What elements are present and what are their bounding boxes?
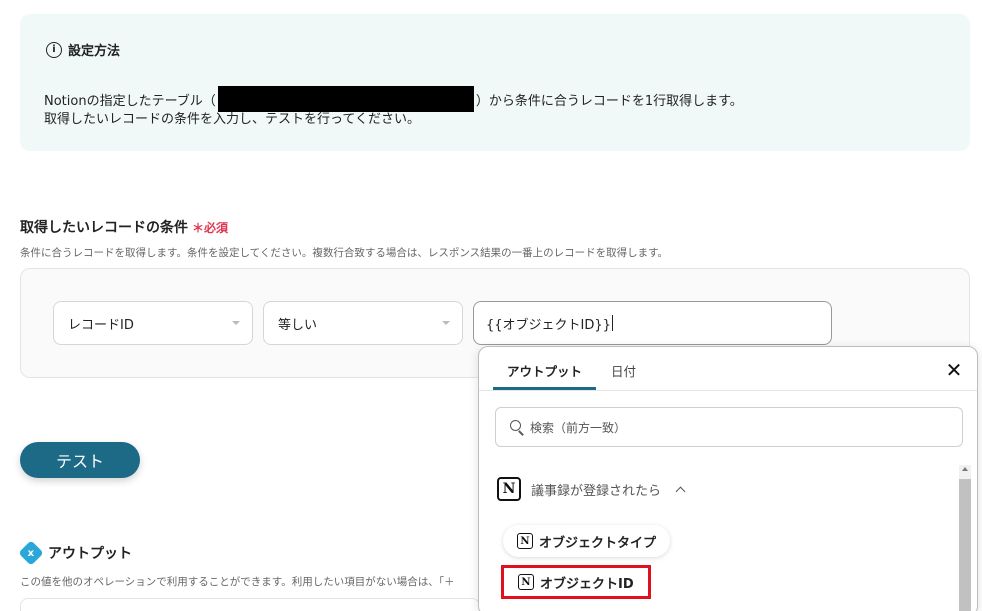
chevron-down-icon (232, 321, 240, 325)
setup-line1-post: ）から条件に合うレコードを1行取得します。 (475, 93, 743, 109)
output-title: x アウトプット (18, 540, 132, 566)
operator-select-value: 等しい (278, 317, 318, 333)
setup-line1-pre: Notionの指定したテーブル（ (44, 93, 216, 109)
output-help: この値を他のオペレーションで利用することができます。利用したい項目がない場合は、… (20, 576, 455, 588)
tab-date[interactable]: 日付 (611, 361, 636, 380)
output-icon-letter: x (27, 547, 35, 559)
search-input[interactable]: 検索（前方一致） (495, 407, 963, 447)
info-icon: i (46, 41, 62, 58)
scrollbar-thumb[interactable] (959, 479, 971, 611)
condition-label-text: 取得したいレコードの条件 (20, 220, 188, 236)
group-label: 議事録が登録されたら (531, 483, 662, 499)
output-item-object-type[interactable]: N オブジェクトタイプ (503, 525, 671, 557)
output-title-text: アウトプット (48, 546, 132, 562)
condition-label: 取得したいレコードの条件 ＊必須 (20, 217, 228, 237)
test-button[interactable]: テスト (20, 442, 140, 478)
condition-value-input[interactable]: {{オブジェクトID}} (473, 301, 832, 345)
condition-value-text: {{オブジェクトID}} (486, 317, 611, 333)
text-cursor (611, 315, 613, 331)
setup-title-text: 設定方法 (68, 44, 121, 59)
output-item-label: オブジェクトタイプ (539, 535, 657, 551)
field-select-value: レコードID (68, 317, 134, 333)
setup-description-line2: 取得したいレコードの条件を入力し、テストを行ってください。 (44, 112, 420, 127)
output-item-label: オブジェクトID (540, 576, 634, 592)
trigger-group-header[interactable]: N 議事録が登録されたら (497, 477, 686, 501)
notion-icon: N (497, 477, 521, 501)
setup-title: i 設定方法 (46, 40, 120, 59)
close-icon[interactable]: ✕ (945, 360, 963, 380)
output-box (20, 598, 480, 611)
chevron-down-icon (442, 321, 450, 325)
tab-output[interactable]: アウトプット (507, 361, 582, 380)
output-icon: x (18, 540, 44, 566)
search-placeholder: 検索（前方一致） (530, 420, 627, 435)
setup-info-box: i 設定方法 Notionの指定したテーブル（ ）から条件に合うレコードを1行取… (20, 14, 970, 151)
output-item-object-id[interactable]: N オブジェクトID (501, 565, 651, 599)
condition-help: 条件に合うレコードを取得します。条件を設定してください。複数行合致する場合は、レ… (20, 247, 669, 259)
notion-icon: N (518, 574, 534, 590)
operator-select[interactable]: 等しい (263, 301, 463, 345)
field-select[interactable]: レコードID (53, 301, 253, 345)
search-icon (510, 420, 524, 434)
chevron-up-icon (675, 486, 686, 496)
active-tab-indicator (493, 387, 596, 390)
notion-icon: N (517, 533, 533, 549)
output-picker-popup: アウトプット 日付 ✕ 検索（前方一致） N 議事録が登録されたら N オブジェ… (478, 346, 978, 611)
required-badge: ＊必須 (192, 221, 229, 235)
popup-tabs: アウトプット 日付 ✕ (479, 347, 977, 391)
scroll-up-icon[interactable] (962, 467, 968, 471)
